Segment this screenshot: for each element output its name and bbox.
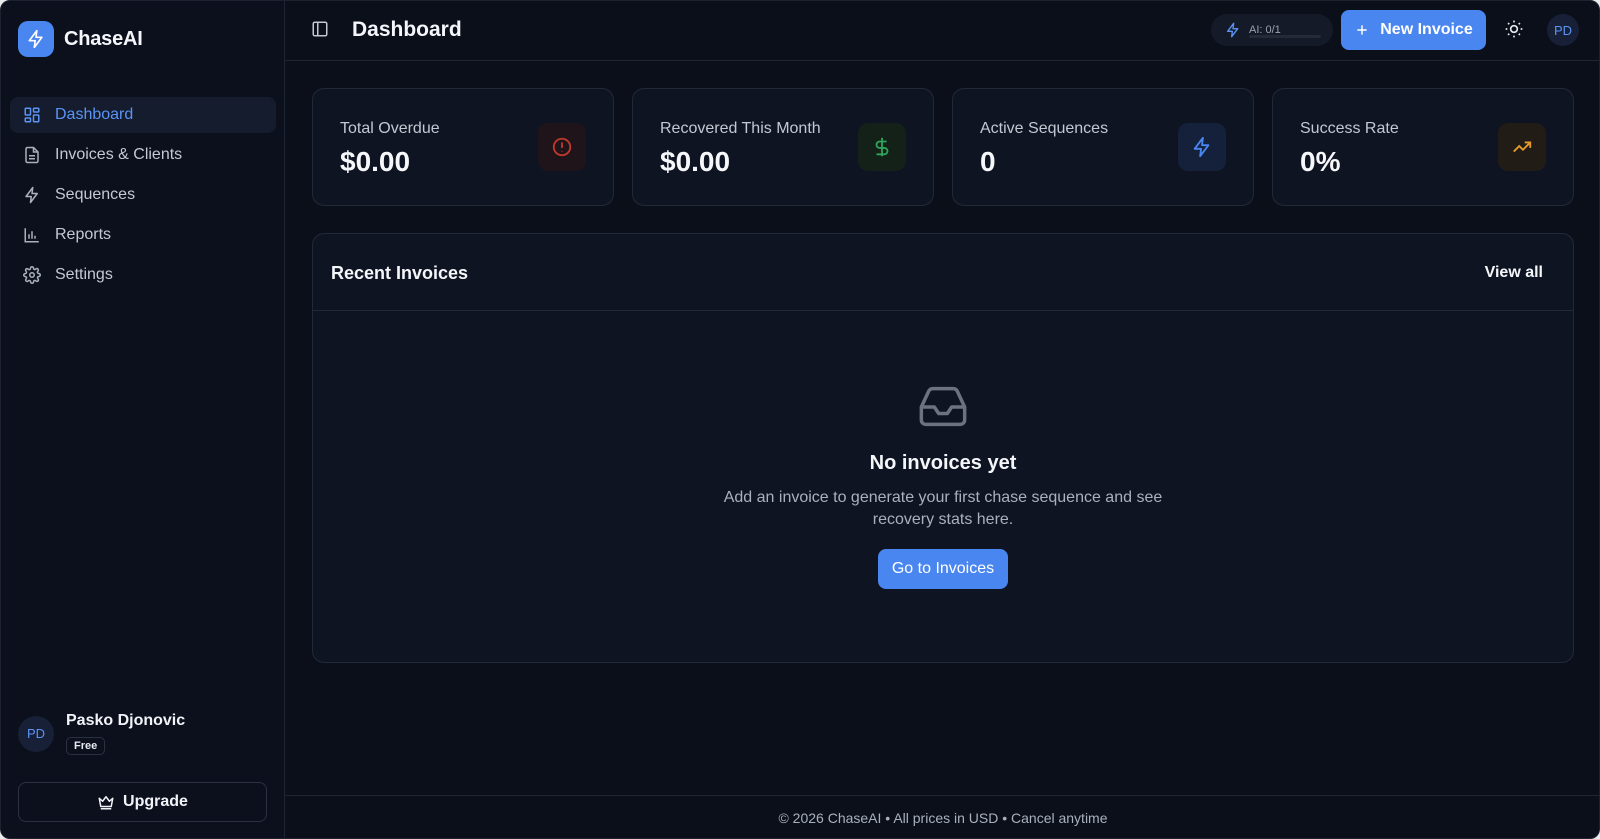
recent-invoices-header: Recent Invoices View all (313, 234, 1573, 311)
stat-value: $0.00 (660, 146, 731, 177)
stat-label: Total Overdue (340, 120, 440, 137)
stat-card-success-rate: Success Rate 0% (1272, 88, 1574, 206)
sidebar-item-label: Dashboard (55, 106, 134, 123)
brand[interactable]: ChaseAI (18, 21, 143, 57)
sidebar-item-reports[interactable]: Reports (10, 217, 276, 253)
plan-badge: Free (66, 737, 106, 755)
stat-label: Success Rate (1300, 120, 1399, 137)
document-icon (25, 146, 39, 164)
inbox-icon (313, 385, 1573, 434)
panel-left-icon (312, 21, 328, 37)
page-title: Dashboard (352, 18, 462, 41)
theme-toggle-button[interactable] (1504, 19, 1524, 44)
avatar[interactable]: PD (1547, 14, 1579, 46)
sidebar-item-label: Settings (55, 266, 113, 283)
brand-logo-icon (18, 21, 54, 57)
stat-value: 0% (1300, 146, 1341, 177)
trending-up-icon (1498, 123, 1546, 171)
user-profile[interactable]: PD Pasko Djonovic Free (18, 712, 185, 755)
gear-icon (23, 266, 41, 284)
sidebar-nav: Dashboard Invoices & Clients Sequences R… (10, 97, 276, 297)
stat-label: Active Sequences (980, 120, 1109, 137)
recent-invoices-title: Recent Invoices (331, 263, 469, 283)
recent-invoices-panel: Recent Invoices View all No invoices yet… (312, 233, 1574, 663)
sidebar-item-sequences[interactable]: Sequences (10, 177, 276, 213)
empty-state: No invoices yet Add an invoice to genera… (313, 311, 1573, 589)
top-bar: Dashboard AI: 0/1 New Invoice PD (285, 1, 1599, 61)
sidebar-item-dashboard[interactable]: Dashboard (10, 97, 276, 133)
view-all-link[interactable]: View all (1485, 264, 1543, 282)
sidebar-item-label: Reports (55, 226, 112, 243)
dollar-icon (858, 123, 906, 171)
lightning-icon (25, 186, 38, 204)
sidebar-item-label: Sequences (55, 186, 136, 203)
sidebar: ChaseAI Dashboard Invoices & Clients Seq… (1, 1, 285, 838)
sidebar-item-label: Invoices & Clients (55, 146, 183, 163)
dashboard-grid-icon (24, 107, 40, 123)
new-invoice-label: New Invoice (1380, 21, 1473, 38)
sidebar-toggle-button[interactable] (311, 20, 329, 43)
ai-usage-bar (1249, 35, 1321, 38)
go-to-invoices-button[interactable]: Go to Invoices (877, 549, 1009, 589)
stat-value: 0 (980, 146, 996, 177)
bar-chart-icon (24, 228, 39, 243)
plus-icon (1357, 25, 1367, 35)
lightning-icon (1227, 22, 1239, 38)
crown-icon (98, 796, 114, 810)
brand-name: ChaseAI (64, 27, 143, 50)
user-name: Pasko Djonovic (66, 712, 186, 729)
empty-state-title: No invoices yet (869, 452, 1017, 474)
alert-circle-icon (538, 123, 586, 171)
stat-card-active-sequences: Active Sequences 0 (952, 88, 1254, 206)
new-invoice-button[interactable]: New Invoice (1341, 10, 1486, 50)
ai-usage-indicator[interactable]: AI: 0/1 (1211, 14, 1333, 46)
sidebar-item-settings[interactable]: Settings (10, 257, 276, 293)
sun-icon (1505, 20, 1523, 38)
empty-state-description: Add an invoice to generate your first ch… (723, 489, 1163, 528)
avatar: PD (18, 715, 54, 752)
stat-card-recovered-this-month: Recovered This Month $0.00 (632, 88, 934, 206)
app-window: ChaseAI Dashboard Invoices & Clients Seq… (0, 0, 1600, 839)
lightning-icon (1178, 123, 1226, 171)
stat-card-total-overdue: Total Overdue $0.00 (312, 88, 614, 206)
footer: © 2026 ChaseAI • All prices in USD • Can… (285, 795, 1599, 838)
stat-value: $0.00 (340, 146, 411, 177)
sidebar-item-invoices-clients[interactable]: Invoices & Clients (10, 137, 276, 173)
upgrade-button[interactable]: Upgrade (18, 782, 267, 822)
stat-label: Recovered This Month (660, 120, 821, 137)
upgrade-label: Upgrade (123, 793, 188, 810)
